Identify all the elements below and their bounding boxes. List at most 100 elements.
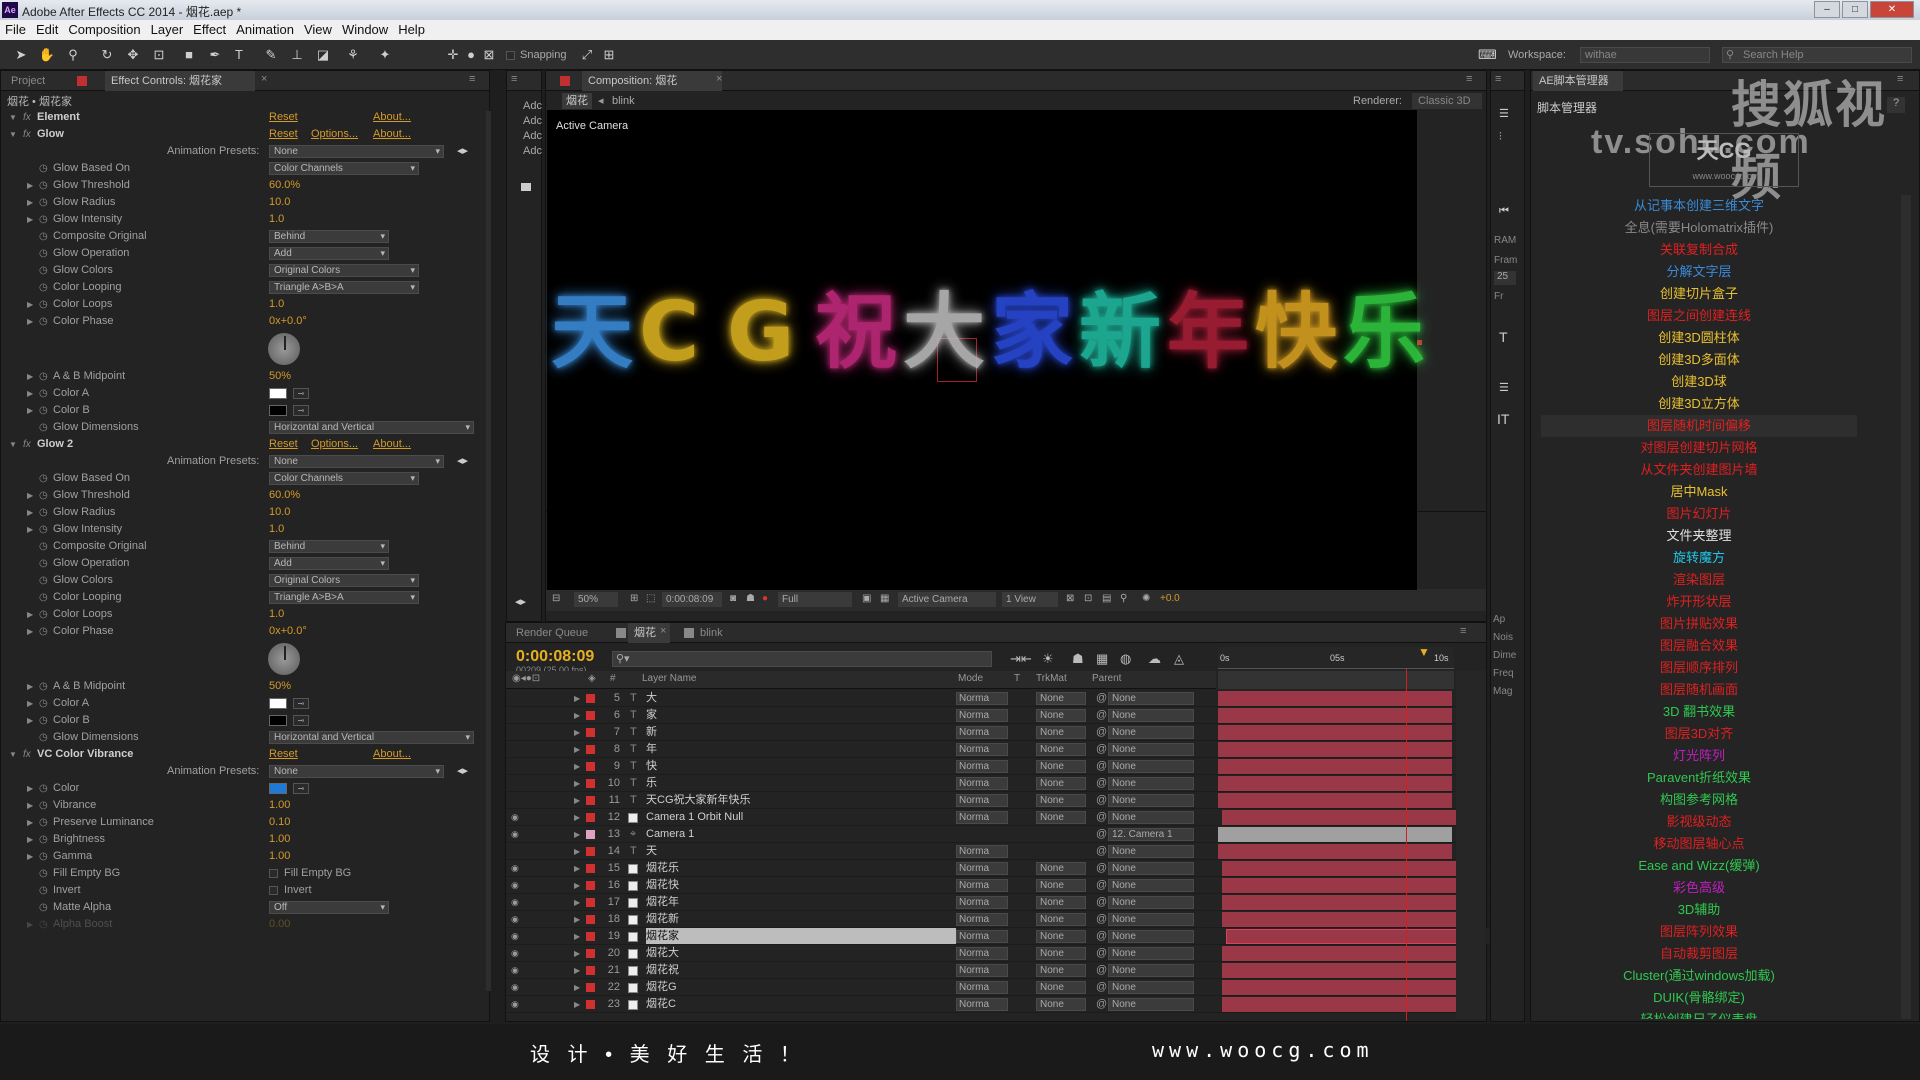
pickwhip-icon[interactable]: @ — [1096, 690, 1107, 707]
about-link[interactable]: About... — [373, 126, 411, 143]
layer-name[interactable]: 烟花新 — [646, 911, 679, 928]
script-item[interactable]: 创建3D多面体 — [1541, 349, 1857, 371]
parent-select[interactable]: None — [1108, 726, 1194, 739]
script-item[interactable]: 彩色高级 — [1541, 877, 1857, 899]
stopwatch-icon[interactable]: ◷ — [39, 262, 48, 279]
track-matte-select[interactable]: None — [1036, 964, 1086, 977]
pickwhip-icon[interactable]: @ — [1096, 945, 1107, 962]
reset-link[interactable]: Reset — [269, 109, 298, 126]
text-size-icon[interactable]: IT — [1497, 411, 1509, 427]
fx-icon[interactable]: fx — [23, 126, 31, 143]
twirl-right-icon[interactable]: ▶ — [574, 826, 580, 843]
twirl-right-icon[interactable]: ▶ — [27, 848, 33, 865]
stopwatch-icon[interactable]: ◷ — [39, 211, 48, 228]
layer-row[interactable]: ▶ 6 T 家 Norma None @ None — [506, 707, 1496, 724]
layer-row[interactable]: ◉ ▶ 17 烟花年 Norma None @ None — [506, 894, 1496, 911]
stopwatch-icon[interactable]: ◷ — [39, 882, 48, 899]
blend-mode-select[interactable]: Norma — [956, 794, 1008, 807]
script-item[interactable]: 轻松创建尺子仪表盘 — [1541, 1009, 1857, 1019]
pickwhip-icon[interactable]: @ — [1096, 894, 1107, 911]
track-matte-select[interactable]: None — [1036, 760, 1086, 773]
panel-menu-icon[interactable]: ≡ — [511, 73, 517, 85]
twirl-right-icon[interactable]: ▶ — [574, 996, 580, 1013]
pickwhip-icon[interactable]: @ — [1096, 979, 1107, 996]
twirl-right-icon[interactable]: ▶ — [27, 623, 33, 640]
toggle-pixel-aspect-icon[interactable]: ⊠ — [1066, 593, 1074, 604]
layer-label-color[interactable] — [586, 864, 595, 873]
stopwatch-icon[interactable]: ◷ — [39, 831, 48, 848]
stopwatch-icon[interactable]: ◷ — [39, 678, 48, 695]
layer-label-color[interactable] — [586, 779, 595, 788]
color-swatch[interactable] — [269, 715, 287, 726]
property-select[interactable]: Original Colors — [269, 264, 419, 277]
pickwhip-icon[interactable]: @ — [1096, 962, 1107, 979]
snap-grid-icon[interactable]: ⊞ — [600, 47, 618, 63]
stopwatch-icon[interactable]: ◷ — [39, 916, 48, 933]
layer-name[interactable]: 天CG祝大家新年快乐 — [646, 792, 751, 809]
property-value[interactable]: 60.0% — [269, 487, 300, 504]
pan-behind-tool-icon[interactable]: ⊡ — [150, 47, 168, 63]
menu-edit[interactable]: Edit — [31, 20, 63, 39]
track-matte-select[interactable]: None — [1036, 896, 1086, 909]
property-value[interactable]: 1.0 — [269, 521, 284, 538]
layer-name[interactable]: 快 — [646, 758, 657, 775]
stopwatch-icon[interactable]: ◷ — [39, 245, 48, 262]
twirl-right-icon[interactable]: ▶ — [27, 402, 33, 419]
world-axis-icon[interactable]: ● — [462, 47, 480, 63]
script-item[interactable]: 图层随机画面 — [1541, 679, 1857, 701]
twirl-right-icon[interactable]: ▶ — [574, 758, 580, 775]
stopwatch-icon[interactable]: ◷ — [39, 368, 48, 385]
hand-tool-icon[interactable]: ✋ — [38, 47, 56, 63]
stopwatch-icon[interactable]: ◷ — [39, 296, 48, 313]
property-value[interactable]: 60.0% — [269, 177, 300, 194]
property-select[interactable]: Add — [269, 247, 389, 260]
script-item[interactable]: 分解文字层 — [1541, 261, 1857, 283]
stopwatch-icon[interactable]: ◷ — [39, 729, 48, 746]
blend-mode-select[interactable]: Norma — [956, 709, 1008, 722]
eraser-tool-icon[interactable]: ◪ — [314, 47, 332, 63]
menu-animation[interactable]: Animation — [231, 20, 299, 39]
reset-link[interactable]: Reset — [269, 436, 298, 453]
pickwhip-icon[interactable]: @ — [1096, 707, 1107, 724]
color-swatch[interactable] — [269, 698, 287, 709]
track-matte-select[interactable]: None — [1036, 998, 1086, 1011]
property-select[interactable]: Add — [269, 557, 389, 570]
animation-presets-select[interactable]: None — [269, 765, 444, 778]
3d-view-select[interactable]: Active Camera — [898, 592, 996, 607]
layer-name[interactable]: 大 — [646, 690, 657, 707]
twirl-right-icon[interactable]: ▶ — [27, 194, 33, 211]
property-select[interactable]: Behind — [269, 230, 389, 243]
angle-dial[interactable] — [267, 642, 301, 676]
script-item[interactable]: 图片拼贴效果 — [1541, 613, 1857, 635]
preset-nav-icon[interactable]: ◂▸ — [457, 763, 468, 780]
view-axis-icon[interactable]: ⊠ — [480, 47, 498, 63]
track-matte-select[interactable]: None — [1036, 930, 1086, 943]
panel-menu-icon[interactable]: ≡ — [1460, 625, 1466, 637]
checkbox[interactable] — [269, 885, 278, 895]
layer-name[interactable]: 烟花C — [646, 996, 676, 1013]
layer-row[interactable]: ◉ ▶ 12 Camera 1 Orbit Null Norma None @ None — [506, 809, 1496, 826]
reset-link[interactable]: Reset — [269, 746, 298, 763]
current-time-indicator[interactable] — [1406, 669, 1407, 1021]
parent-select[interactable]: None — [1108, 743, 1194, 756]
layer-duration-bar[interactable] — [1218, 691, 1452, 706]
color-swatch[interactable] — [269, 783, 287, 794]
stopwatch-icon[interactable]: ◷ — [39, 572, 48, 589]
parent-select[interactable]: None — [1108, 777, 1194, 790]
close-button[interactable]: ✕ — [1870, 1, 1914, 18]
blend-mode-select[interactable]: Norma — [956, 913, 1008, 926]
blend-mode-select[interactable]: Norma — [956, 811, 1008, 824]
script-item[interactable]: 图层随机时间偏移 — [1541, 415, 1857, 437]
script-item[interactable]: 从记事本创建三维文字 — [1541, 195, 1857, 217]
about-link[interactable]: About... — [373, 436, 411, 453]
stopwatch-icon[interactable]: ◷ — [39, 487, 48, 504]
script-item[interactable]: 图层之间创建连线 — [1541, 305, 1857, 327]
property-select[interactable]: Original Colors — [269, 574, 419, 587]
property-value[interactable]: 1.0 — [269, 606, 284, 623]
search-help-input[interactable]: Search Help — [1722, 47, 1912, 63]
parent-select[interactable]: None — [1108, 879, 1194, 892]
twirl-down-icon[interactable]: ▼ — [9, 126, 17, 143]
stopwatch-icon[interactable]: ◷ — [39, 555, 48, 572]
twirl-right-icon[interactable]: ▶ — [574, 911, 580, 928]
blend-mode-select[interactable]: Norma — [956, 896, 1008, 909]
